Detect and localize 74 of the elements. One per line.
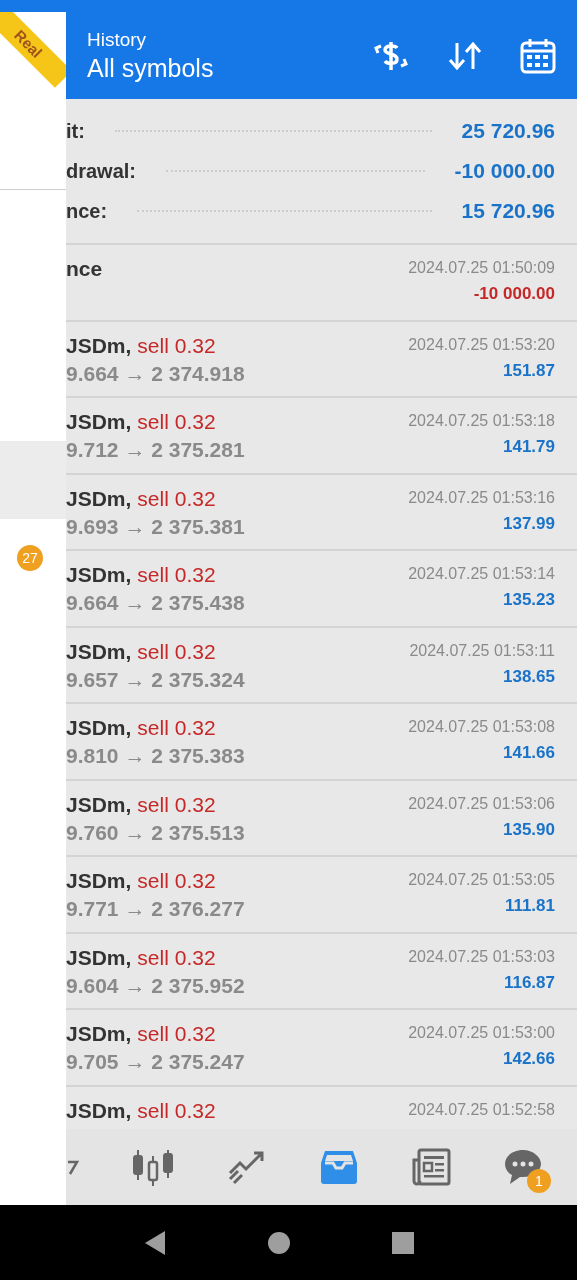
deal-type: sell 0.32 — [137, 944, 216, 971]
deal-time: 2024.07.25 01:53:06 — [408, 793, 555, 814]
deal-prices: 9.712 → 2 375.281 — [66, 437, 245, 463]
deal-prices: 9.664 → 2 375.438 — [66, 590, 245, 616]
screen-title: History — [87, 27, 148, 52]
deal-symbol: JSDm, — [66, 944, 132, 971]
deal-type: sell 0.32 — [137, 409, 216, 435]
deal-profit: 138.65 — [503, 665, 555, 688]
deal-time: 2024.07.25 01:53:16 — [408, 487, 555, 508]
deal-time: 2024.07.25 01:53:14 — [408, 564, 555, 584]
deal-prices: 9.810 → 2 375.383 — [66, 743, 245, 769]
notification-badge: 27 — [17, 545, 43, 571]
deal-symbol: JSDm, — [66, 409, 132, 435]
deal-time: 2024.07.25 01:50:09 — [408, 258, 555, 278]
summary-label: nce: — [66, 199, 108, 224]
filter-subtitle: All symbols — [87, 52, 215, 84]
deal-symbol: JSDm, — [66, 791, 132, 818]
summary-value: -10 000.00 — [454, 158, 555, 185]
deal-type: sell 0.32 — [137, 1021, 216, 1047]
deal-type: sell 0.32 — [137, 791, 216, 818]
home-icon[interactable] — [266, 1230, 291, 1255]
deal-symbol: JSDm, — [66, 1097, 132, 1124]
summary-label: it: — [66, 119, 85, 144]
summary-label: drawal: — [66, 159, 137, 184]
deal-time: 2024.07.25 01:53:11 — [409, 640, 555, 661]
deal-prices: 9.771 → 2 376.277 — [66, 896, 245, 922]
deal-type: sell 0.32 — [137, 332, 216, 359]
candlestick-icon[interactable] — [132, 1148, 175, 1186]
deal-symbol: JSDm, — [66, 485, 132, 512]
deal-time: 2024.07.25 01:53:03 — [408, 946, 555, 967]
deal-profit: 137.99 — [503, 512, 555, 535]
deal-time: 2024.07.25 01:53:20 — [408, 334, 555, 355]
deal-symbol: JSDm, — [66, 638, 132, 665]
deal-time: 2024.07.25 01:53:18 — [408, 411, 555, 431]
deal-type: sell 0.32 — [137, 868, 216, 894]
deal-profit: 116.87 — [503, 971, 555, 994]
newspaper-icon[interactable] — [410, 1148, 451, 1186]
deal-profit: -10 000.00 — [473, 283, 555, 305]
recents-icon[interactable] — [390, 1230, 415, 1255]
summary-value: 25 720.96 — [461, 118, 555, 145]
calendar-icon[interactable] — [519, 36, 557, 75]
deal-profit: 135.90 — [503, 818, 555, 841]
deal-symbol: JSDm, — [66, 562, 132, 588]
deal-profit: 141.66 — [503, 742, 555, 764]
notification-badge: 1 — [526, 1169, 551, 1193]
deal-symbol: JSDm, — [66, 1021, 132, 1047]
deal-type: sell 0.32 — [137, 638, 216, 665]
deal-type: sell 0.32 — [137, 485, 216, 512]
deal-profit: 111.81 — [504, 895, 555, 917]
deal-profit: 151.87 — [503, 359, 555, 382]
sort-icon[interactable] — [447, 39, 483, 72]
deal-symbol: JSDm, — [66, 332, 132, 359]
deal-profit: 142.66 — [503, 1048, 555, 1070]
deal-time: 2024.07.25 01:53:00 — [408, 1023, 555, 1043]
deal-time: 2024.07.25 01:53:05 — [408, 870, 555, 890]
inbox-icon[interactable] — [318, 1149, 359, 1185]
deal-prices: 9.705 → 2 375.247 — [66, 1049, 245, 1075]
deal-profit: 135.23 — [503, 589, 555, 611]
deal-time: 2024.07.25 01:53:08 — [408, 717, 555, 737]
trend-arrow-icon[interactable] — [226, 1149, 267, 1185]
deal-prices: 9.693 → 2 375.381 — [66, 513, 245, 540]
deal-title: nce — [66, 256, 103, 282]
deal-prices: 9.664 → 2 374.918 — [66, 360, 245, 387]
deal-prices: 9.657 → 2 375.324 — [66, 666, 245, 693]
deal-type: sell 0.32 — [137, 715, 216, 741]
deal-type: sell 0.32 — [137, 562, 216, 588]
deal-profit: 141.79 — [503, 436, 555, 458]
summary-value: 15 720.96 — [461, 198, 555, 225]
deal-symbol: JSDm, — [66, 868, 132, 894]
deal-prices: 9.604 → 2 375.952 — [66, 972, 245, 999]
deal-type: sell 0.32 — [137, 1097, 216, 1124]
deal-prices: 9.760 → 2 375.513 — [66, 819, 245, 846]
deal-time: 2024.07.25 01:52:58 — [408, 1099, 555, 1120]
deal-symbol: JSDm, — [66, 715, 132, 741]
